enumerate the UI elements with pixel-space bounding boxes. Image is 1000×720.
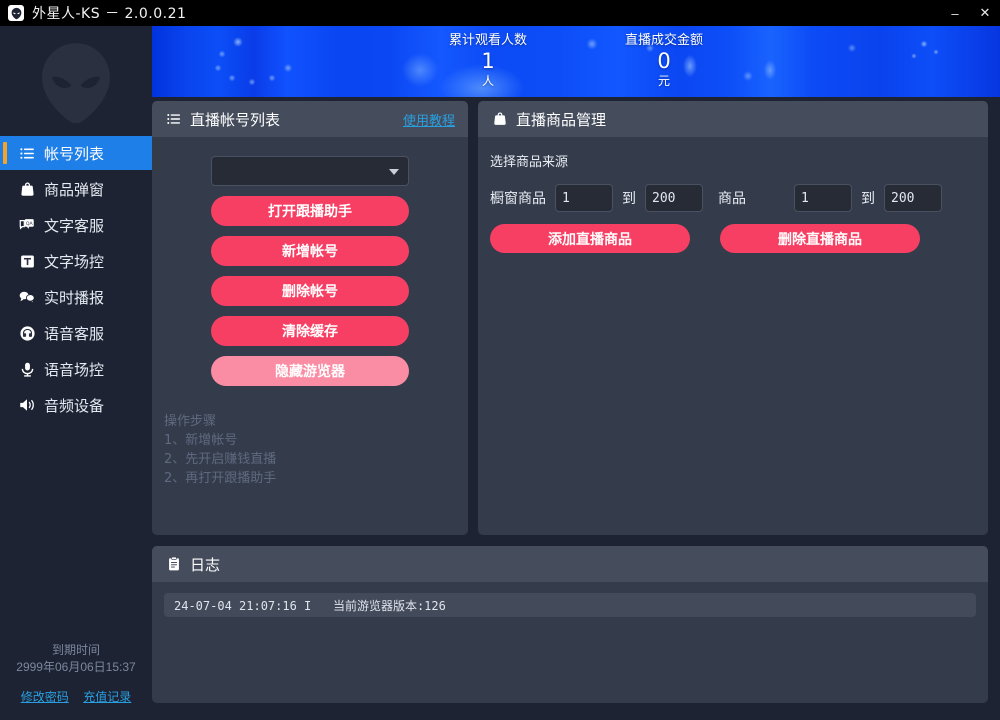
showcase-from-input[interactable]: 1 — [555, 184, 613, 212]
svg-text:QA: QA — [26, 221, 34, 227]
sidebar-nav: 帐号列表 商品弹窗 QA 文字客服 文字场控 实时播报 语音客服 语音场控 音频… — [0, 136, 152, 422]
tutorial-link[interactable]: 使用教程 — [403, 110, 455, 129]
sidebar-item-live-broadcast[interactable]: 实时播报 — [0, 280, 152, 314]
log-panel: 日志 24-07-04 21:07:16 I 当前游览器版本:126 — [152, 546, 988, 703]
panel-title: 日志 — [190, 555, 221, 574]
sidebar-item-label: 音频设备 — [44, 396, 105, 415]
sidebar-item-voice-service[interactable]: 语音客服 — [0, 316, 152, 350]
sidebar-item-label: 帐号列表 — [44, 144, 105, 163]
showcase-goods-range: 橱窗商品 1 到 200 — [490, 184, 708, 212]
goods-panel-body: 选择商品来源 橱窗商品 1 到 200 商品 1 到 200 添加直播商品 删除… — [478, 137, 988, 253]
delete-live-goods-button[interactable]: 删除直播商品 — [720, 224, 920, 253]
panel-header: 直播帐号列表 使用教程 — [152, 101, 468, 137]
text-t-icon — [17, 251, 37, 271]
accounts-panel-body: 打开跟播助手 新增帐号 删除帐号 清除缓存 隐藏游览器 操作步骤 1、新增帐号 … — [152, 137, 468, 488]
window-controls: – ✕ — [940, 0, 1000, 26]
microphone-icon — [17, 359, 37, 379]
sidebar-item-label: 文字场控 — [44, 252, 105, 271]
add-account-button[interactable]: 新增帐号 — [211, 236, 409, 266]
alien-icon — [8, 5, 24, 21]
stat-value: 0 — [657, 49, 671, 73]
goods-to-label: 到 — [861, 191, 875, 207]
operation-steps: 操作步骤 1、新增帐号 2、先开启赚钱直播 2、再打开跟播助手 — [164, 412, 468, 488]
sidebar-item-label: 语音客服 — [44, 324, 105, 343]
log-entry: 24-07-04 21:07:16 I 当前游览器版本:126 — [164, 593, 976, 617]
panel-header: 直播商品管理 — [478, 101, 988, 137]
goods-buttons: 添加直播商品 删除直播商品 — [490, 224, 976, 253]
goods-range-row: 橱窗商品 1 到 200 商品 1 到 200 — [490, 184, 976, 212]
list-icon — [17, 143, 37, 163]
panel-title: 直播商品管理 — [516, 110, 607, 129]
stat-title: 直播成交金额 — [624, 33, 703, 48]
clipboard-icon — [165, 555, 183, 573]
live-account-list-panel: 直播帐号列表 使用教程 打开跟播助手 新增帐号 删除帐号 清除缓存 隐藏游览器 … — [152, 101, 468, 535]
open-assistant-button[interactable]: 打开跟播助手 — [211, 196, 409, 226]
window-title: 外星人-KS － 2.0.0.21 — [32, 6, 187, 22]
banner-stats: 累计观看人数 1 人 直播成交金额 0 元 — [152, 26, 1000, 97]
showcase-to-label: 到 — [622, 191, 636, 207]
goods-to-input[interactable]: 200 — [884, 184, 942, 212]
speaker-icon — [17, 395, 37, 415]
bag-icon — [491, 110, 509, 128]
sidebar-item-label: 实时播报 — [44, 288, 105, 307]
expiry-value: 2999年06月06日15:37 — [16, 660, 136, 674]
close-button[interactable]: ✕ — [970, 0, 1000, 26]
title-bar: 外星人-KS － 2.0.0.21 – ✕ — [0, 0, 1000, 26]
list-icon — [165, 110, 183, 128]
step-item: 1、新增帐号 — [164, 433, 238, 448]
goods-label: 商品 — [718, 191, 746, 207]
hide-browser-button[interactable]: 隐藏游览器 — [211, 356, 409, 386]
bag-icon — [17, 179, 37, 199]
chat-qa-icon: QA — [17, 215, 37, 235]
panel-header: 日志 — [152, 546, 988, 582]
alien-logo — [0, 26, 152, 136]
minimize-button[interactable]: – — [940, 0, 970, 26]
panel-title: 直播帐号列表 — [190, 110, 281, 129]
showcase-goods-label: 橱窗商品 — [490, 191, 546, 207]
stat-total-viewers: 累计观看人数 1 人 — [424, 32, 552, 97]
sidebar-item-label: 文字客服 — [44, 216, 105, 235]
delete-account-button[interactable]: 删除帐号 — [211, 276, 409, 306]
sidebar-item-voice-control[interactable]: 语音场控 — [0, 352, 152, 386]
goods-from-input[interactable]: 1 — [794, 184, 852, 212]
account-select[interactable] — [211, 156, 409, 186]
stat-unit: 元 — [657, 74, 670, 88]
sidebar-item-label: 语音场控 — [44, 360, 105, 379]
stat-title: 累计观看人数 — [448, 33, 527, 48]
promo-banner: 累计观看人数 1 人 直播成交金额 0 元 — [152, 26, 1000, 97]
sidebar-item-account-list[interactable]: 帐号列表 — [0, 136, 152, 170]
sidebar-item-product-popup[interactable]: 商品弹窗 — [0, 172, 152, 206]
expiry-links: 修改密码 充值记录 — [0, 688, 152, 706]
log-body[interactable]: 24-07-04 21:07:16 I 当前游览器版本:126 — [152, 582, 988, 617]
bubbles-icon — [17, 287, 37, 307]
stat-value: 1 — [481, 49, 495, 73]
clear-cache-button[interactable]: 清除缓存 — [211, 316, 409, 346]
sidebar-item-text-service[interactable]: QA 文字客服 — [0, 208, 152, 242]
expiry-label: 到期时间 — [51, 643, 100, 657]
stat-unit: 人 — [481, 74, 494, 88]
showcase-to-input[interactable]: 200 — [645, 184, 703, 212]
steps-title: 操作步骤 — [164, 414, 217, 429]
step-item: 2、再打开跟播助手 — [164, 471, 277, 486]
live-goods-management-panel: 直播商品管理 选择商品来源 橱窗商品 1 到 200 商品 1 到 200 添加… — [478, 101, 988, 535]
goods-range: 商品 1 到 200 — [718, 184, 942, 212]
headset-icon — [17, 323, 37, 343]
sidebar: 帐号列表 商品弹窗 QA 文字客服 文字场控 实时播报 语音客服 语音场控 音频… — [0, 26, 152, 720]
goods-source-label: 选择商品来源 — [490, 155, 569, 170]
change-password-link[interactable]: 修改密码 — [21, 690, 69, 704]
stat-live-gmv: 直播成交金额 0 元 — [600, 32, 728, 97]
sidebar-item-label: 商品弹窗 — [44, 180, 105, 199]
step-item: 2、先开启赚钱直播 — [164, 452, 277, 467]
sidebar-item-text-control[interactable]: 文字场控 — [0, 244, 152, 278]
expiry-info: 到期时间 2999年06月06日15:37 修改密码 充值记录 — [0, 642, 152, 706]
recharge-record-link[interactable]: 充值记录 — [83, 690, 131, 704]
chevron-down-icon — [389, 169, 399, 175]
add-live-goods-button[interactable]: 添加直播商品 — [490, 224, 690, 253]
sidebar-item-audio-device[interactable]: 音频设备 — [0, 388, 152, 422]
